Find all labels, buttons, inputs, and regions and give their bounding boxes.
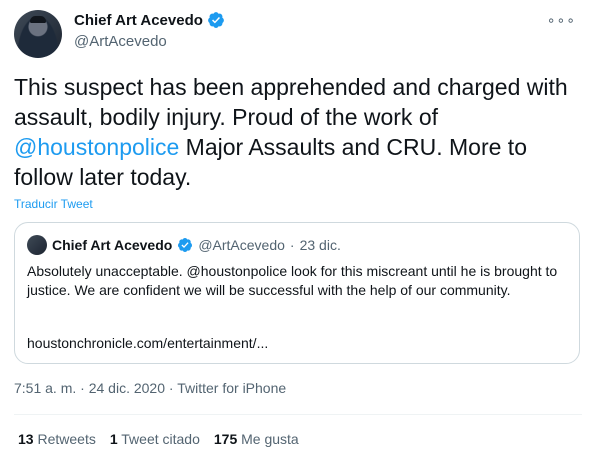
retweets-count: 13 (18, 431, 34, 447)
tweet-time[interactable]: 7:51 a. m. (14, 380, 76, 396)
quoted-author-handle: @ArtAcevedo (198, 237, 285, 253)
author-info: Chief Art Acevedo @ArtAcevedo (74, 11, 225, 50)
author-avatar[interactable] (14, 10, 62, 58)
tweet-meta: 7:51 a. m. · 24 dic. 2020 · Twitter for … (14, 380, 286, 396)
verified-badge-icon (208, 12, 224, 28)
translate-tweet-link[interactable]: Traducir Tweet (14, 197, 93, 211)
divider (14, 414, 582, 415)
quotes-count: 1 (109, 431, 118, 447)
quoted-author-avatar (27, 235, 47, 255)
tweet-date[interactable]: 24 dic. 2020 (89, 380, 165, 396)
quoted-tweet-header: Chief Art Acevedo @ArtAcevedo · 23 dic. (27, 235, 341, 255)
author-name[interactable]: Chief Art Acevedo (74, 12, 203, 29)
meta-separator: · (80, 380, 85, 396)
quoted-tweet-text: Absolutely unacceptable. @houstonpolice … (27, 263, 558, 298)
quoted-date: 23 dic. (299, 237, 341, 253)
quoted-author-name: Chief Art Acevedo (52, 237, 173, 253)
tweet-mention-link[interactable]: @houstonpolice (14, 134, 179, 160)
quote-tweets-stat[interactable]: 1 Tweet citado (110, 431, 200, 447)
meta-separator: · (168, 380, 174, 396)
more-options-icon[interactable]: ∘∘∘ (547, 12, 576, 29)
retweets-stat[interactable]: 13 Retweets (18, 431, 96, 447)
tweet-header: Chief Art Acevedo @ArtAcevedo ∘∘∘ (14, 8, 582, 58)
likes-label: Me gusta (241, 431, 299, 447)
tweet-source[interactable]: Twitter for iPhone (177, 380, 286, 396)
quoted-separator: · (289, 237, 295, 253)
tweet-text: This suspect has been apprehended and ch… (14, 72, 574, 192)
likes-stat[interactable]: 175 Me gusta (214, 431, 299, 447)
tweet-stats: 13 Retweets 1 Tweet citado 175 Me gusta (18, 431, 299, 447)
verified-badge-icon (178, 238, 193, 252)
author-name-row: Chief Art Acevedo (74, 11, 225, 29)
likes-count: 175 (213, 431, 238, 447)
tweet-text-before: This suspect has been apprehended and ch… (14, 74, 568, 130)
quoted-tweet-card[interactable]: Chief Art Acevedo @ArtAcevedo · 23 dic. … (14, 222, 580, 364)
quoted-tweet-link[interactable]: houstonchronicle.com/entertainment/... (27, 335, 268, 351)
author-handle[interactable]: @ArtAcevedo (74, 33, 225, 50)
quotes-label: Tweet citado (121, 431, 200, 447)
retweets-label: Retweets (37, 431, 96, 447)
